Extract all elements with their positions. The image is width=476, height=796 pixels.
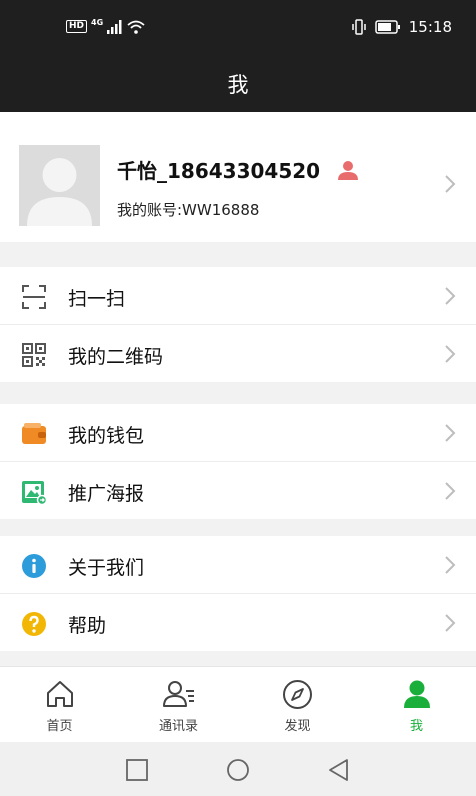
menu-group-3: 关于我们 帮助 <box>0 536 476 651</box>
tab-discover[interactable]: 发现 <box>238 667 357 743</box>
menu-item-label: 我的二维码 <box>68 346 164 368</box>
chevron-right-icon <box>445 345 456 363</box>
chevron-right-icon <box>445 287 456 305</box>
menu-item-label: 推广海报 <box>68 483 145 505</box>
menu-group-1: 扫一扫 我的二维码 <box>0 267 476 382</box>
tab-label: 我 <box>409 719 423 734</box>
header: 我 <box>0 56 476 112</box>
avatar <box>19 145 100 226</box>
tab-contacts[interactable]: 通讯录 <box>119 667 238 743</box>
status-right: 15:18 <box>351 18 452 36</box>
scan-icon <box>22 285 46 309</box>
menu-item-wallet[interactable]: 我的钱包 <box>0 404 476 462</box>
profile-name: 千怡_18643304520 <box>117 159 321 183</box>
recent-apps-icon[interactable] <box>125 758 149 782</box>
menu-item-qr-code[interactable]: 我的二维码 <box>0 325 476 382</box>
menu-item-scan[interactable]: 扫一扫 <box>0 267 476 325</box>
tab-bar: 首页 通讯录 发现 我 <box>0 666 476 743</box>
vibrate-icon <box>352 19 366 35</box>
status-left: HD 4G <box>66 18 145 35</box>
qr-code-icon <box>22 343 46 367</box>
menu-item-label: 我的钱包 <box>68 425 145 447</box>
chevron-right-icon <box>445 556 456 574</box>
battery-icon <box>375 20 400 34</box>
chevron-right-icon <box>445 482 456 500</box>
user-icon <box>404 680 430 708</box>
tab-label: 通讯录 <box>158 719 198 734</box>
home-button-icon[interactable] <box>226 758 250 782</box>
signal-icon <box>107 19 122 34</box>
menu-item-label: 帮助 <box>68 615 107 637</box>
wifi-icon <box>127 20 145 34</box>
tab-me[interactable]: 我 <box>357 667 476 743</box>
menu-item-label: 扫一扫 <box>68 288 126 310</box>
chevron-right-icon <box>445 614 456 632</box>
poster-icon <box>22 481 47 505</box>
profile-account: 我的账号:WW16888 <box>117 201 260 219</box>
contacts-icon <box>163 681 194 707</box>
tab-label: 发现 <box>284 719 311 734</box>
system-nav-bar <box>0 742 476 796</box>
chevron-right-icon <box>445 424 456 442</box>
chevron-right-icon <box>445 175 456 193</box>
menu-item-poster[interactable]: 推广海报 <box>0 462 476 519</box>
hd-badge: HD <box>66 20 88 33</box>
gender-female-icon <box>338 161 359 180</box>
menu-item-help[interactable]: 帮助 <box>0 594 476 651</box>
menu-item-about[interactable]: 关于我们 <box>0 536 476 594</box>
info-icon <box>22 554 46 578</box>
menu-item-label: 关于我们 <box>68 557 145 579</box>
clock: 15:18 <box>408 18 452 36</box>
network-type: 4G <box>91 18 104 27</box>
status-bar: HD 4G 15:18 <box>0 0 476 56</box>
profile-name-row: 千怡_18643304520 <box>117 155 359 184</box>
compass-icon <box>283 680 312 709</box>
back-icon[interactable] <box>327 758 351 782</box>
menu-group-2: 我的钱包 推广海报 <box>0 404 476 519</box>
page-title: 我 <box>227 73 249 97</box>
wallet-icon <box>22 423 46 444</box>
avatar-placeholder-icon <box>19 145 100 226</box>
tab-label: 首页 <box>46 719 73 734</box>
home-icon <box>47 681 73 707</box>
tab-home[interactable]: 首页 <box>0 667 119 743</box>
help-icon <box>22 612 46 636</box>
